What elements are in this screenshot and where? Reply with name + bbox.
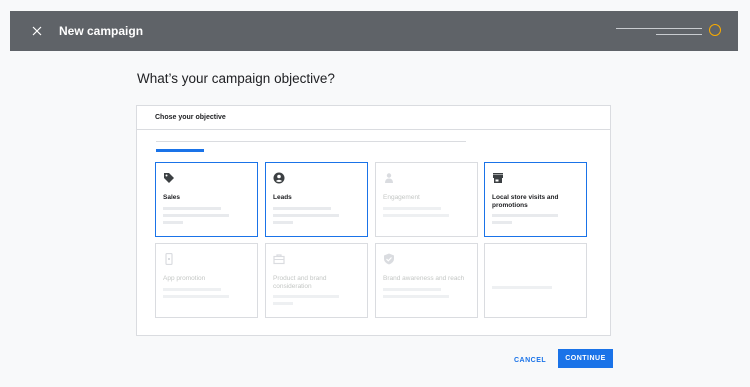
campaign-dialog: New campaign What’s your campaign object… [10,11,738,377]
placeholder-line [273,214,339,217]
progress-line [616,28,702,29]
objective-label: Leads [273,194,292,201]
verified-shield-icon [383,252,395,265]
objective-tile-sales[interactable]: Sales [155,162,258,237]
objective-tile-brand-awareness[interactable]: Brand awareness and reach [375,243,478,318]
objective-tile-engagement[interactable]: Engagement [375,162,478,237]
objective-tile-local-store[interactable]: Local store visits and promotions [484,162,587,237]
placeholder-line [273,207,331,210]
step-progress [156,149,204,152]
objective-label: Product and brand consideration [273,275,327,290]
placeholder-line [383,288,441,291]
placeholder-line [492,221,512,224]
objective-label: Brand awareness and reach [383,275,465,282]
objective-heading: What’s your campaign objective? [137,71,335,86]
close-icon[interactable] [28,22,46,40]
placeholder-line [163,207,221,210]
objective-card: Chose your objective Sales Leads Engagem… [136,105,611,336]
placeholder-line [163,295,229,298]
objective-label: Sales [163,194,180,201]
placeholder-line [273,295,339,298]
objective-tile-leads[interactable]: Leads [265,162,368,237]
store-icon [492,171,504,183]
placeholder-line [492,214,558,217]
placeholder-line [383,295,449,298]
objective-label: Local store visits and promotions [492,194,559,209]
objective-label: App promotion [163,275,206,282]
placeholder-line [383,207,441,210]
page-title: New campaign [59,24,144,38]
phone-icon [163,252,175,266]
placeholder-line [273,221,293,224]
step-track [156,141,466,142]
placeholder-line [163,214,229,217]
top-bar: New campaign [10,11,738,51]
cancel-button[interactable]: CANCEL [514,354,546,368]
progress-step-indicator [709,24,721,36]
placeholder-line [163,221,183,224]
continue-button[interactable]: CONTINUE [558,349,613,368]
person-icon [383,171,395,183]
progress-line [656,34,702,35]
shopping-bag-icon [273,252,285,265]
objective-tile-product-brand[interactable]: Product and brand consideration [265,243,368,318]
objective-label: Engagement [383,194,420,201]
objective-tile-empty[interactable] [484,243,587,318]
placeholder-line [383,214,449,217]
placeholder-line [273,302,293,305]
account-circle-icon [273,171,285,184]
placeholder-line [492,286,552,289]
tag-icon [163,171,175,183]
card-header: Chose your objective [137,106,610,130]
placeholder-line [163,288,221,291]
card-header-label: Chose your objective [155,114,226,121]
objective-tile-app-promotion[interactable]: App promotion [155,243,258,318]
progress-lines [616,25,706,39]
